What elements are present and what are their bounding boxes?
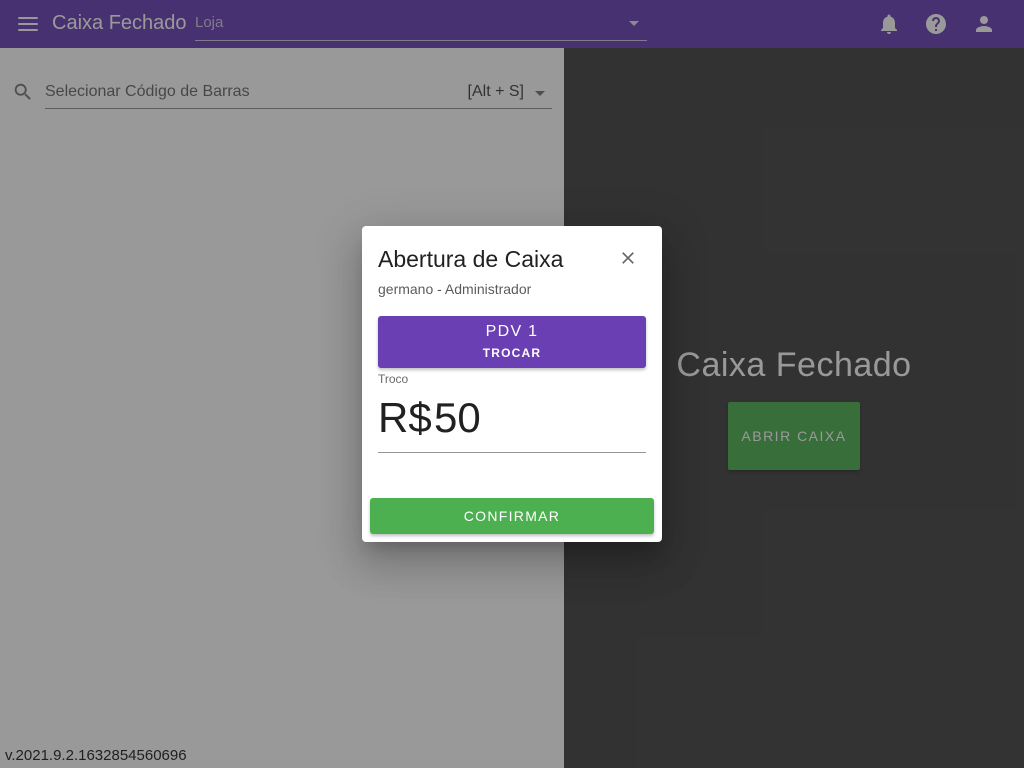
change-field-label: Troco — [378, 372, 409, 386]
currency-prefix: R$ — [378, 394, 432, 441]
close-icon[interactable] — [618, 248, 638, 268]
change-amount-value: 50 — [434, 394, 481, 441]
confirm-button[interactable]: CONFIRMAR — [370, 498, 654, 534]
pdv-switch-label: TROCAR — [482, 346, 542, 360]
operator-label: germano - Administrador — [378, 281, 532, 297]
change-amount-input[interactable]: R$ 50 — [378, 386, 646, 453]
switch-pdv-button[interactable]: PDV 1 TROCAR — [378, 316, 646, 368]
pdv-name: PDV 1 — [485, 323, 539, 340]
dialog-title: Abertura de Caixa — [378, 246, 564, 272]
open-cashier-dialog: Abertura de Caixa germano - Administrado… — [362, 226, 662, 542]
confirm-button-label: CONFIRMAR — [463, 508, 561, 524]
